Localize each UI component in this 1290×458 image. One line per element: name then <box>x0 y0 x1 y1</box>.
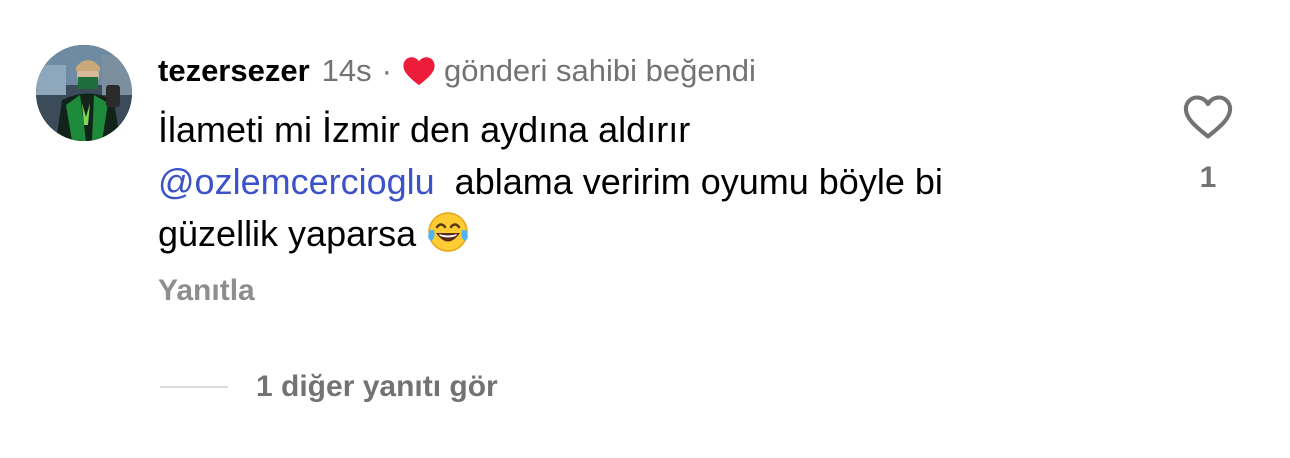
comment-line-2: @ozlemcercioglu ablama veririm oyumu böy… <box>158 156 1138 208</box>
comment-line-2-text: ablama veririm oyumu böyle bi <box>454 161 943 202</box>
tears-of-joy-emoji <box>426 210 470 254</box>
username-link[interactable]: tezersezer <box>158 53 310 89</box>
meta-separator: · <box>381 53 392 88</box>
replies-divider-line <box>160 386 228 388</box>
view-more-replies-button[interactable]: 1 diğer yanıtı gör <box>160 366 498 408</box>
comment-time: 14s <box>321 53 372 88</box>
comment-line-3-text: güzellik yaparsa <box>158 213 417 254</box>
filled-heart-icon <box>402 55 436 87</box>
avatar[interactable] <box>36 45 132 141</box>
view-more-replies-label: 1 diğer yanıtı gör <box>256 370 498 403</box>
comment-line-1: İlameti mi İzmir den aydına aldırır <box>158 109 691 150</box>
like-column: 1 <box>1180 93 1236 195</box>
comment-meta: tezersezer 14s · gönderi sahibi beğendi <box>158 50 756 92</box>
heart-outline-icon[interactable] <box>1180 93 1236 141</box>
like-count: 1 <box>1199 161 1217 194</box>
liked-by-author-label: gönderi sahibi beğendi <box>443 53 756 88</box>
comment-text: İlameti mi İzmir den aydına aldırır @ozl… <box>158 104 1138 260</box>
comment-line-3: güzellik yaparsa <box>158 208 1138 260</box>
mention-link[interactable]: @ozlemcercioglu <box>158 161 435 202</box>
avatar-image <box>36 45 132 141</box>
reply-button[interactable]: Yanıtla <box>158 274 255 308</box>
